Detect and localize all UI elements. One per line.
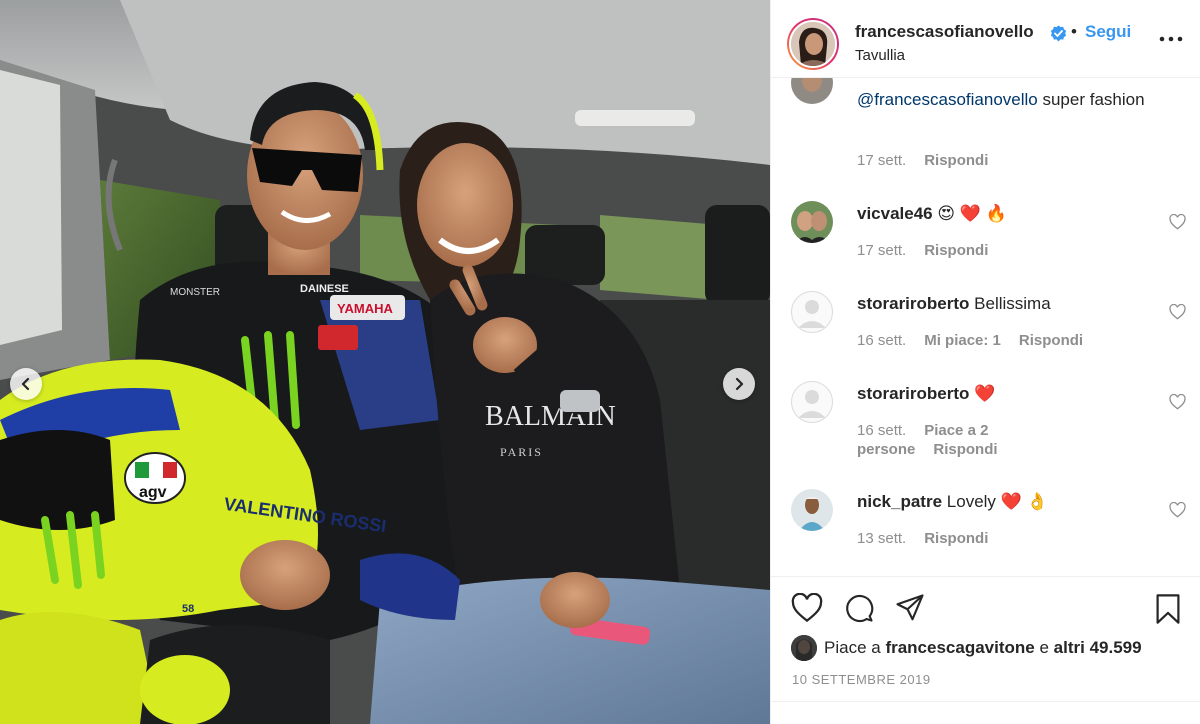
comment-time[interactable]: 13 sett. bbox=[857, 530, 906, 547]
comment-body: Lovely ❤️ 👌 bbox=[946, 492, 1048, 511]
like-comment-heart-icon[interactable] bbox=[1169, 304, 1186, 320]
post-header: francescasofianovello • Segui Tavullia bbox=[771, 0, 1200, 78]
commenter-avatar[interactable] bbox=[791, 201, 833, 243]
author-avatar[interactable] bbox=[787, 18, 839, 70]
comment-body: Bellissima bbox=[974, 294, 1051, 313]
likes-count-link[interactable]: altri 49.599 bbox=[1054, 638, 1142, 658]
reply-button[interactable]: Rispondi bbox=[924, 530, 988, 547]
comment-meta: 16 sett. Piace a 2 persone Rispondi bbox=[857, 421, 1097, 459]
comments-list[interactable]: @francescasofianovello super fashion 17 … bbox=[771, 78, 1200, 576]
commenter-avatar[interactable] bbox=[791, 78, 833, 104]
verified-badge-icon bbox=[1050, 25, 1067, 42]
commenter-username-link[interactable]: storariroberto bbox=[857, 294, 969, 313]
helmet-brand-text: agv bbox=[139, 484, 167, 501]
reply-button[interactable]: Rispondi bbox=[1019, 332, 1083, 349]
heart-icon[interactable] bbox=[791, 593, 823, 623]
next-photo-button[interactable] bbox=[723, 368, 755, 400]
reply-button[interactable]: Rispondi bbox=[933, 441, 997, 458]
sponsor-monster-text: MONSTER bbox=[170, 287, 220, 298]
likes-summary[interactable]: Piace a francescagavitone e altri 49.599 bbox=[791, 635, 1142, 661]
author-username-link[interactable]: francescasofianovello bbox=[855, 22, 1034, 42]
commenter-username-link[interactable]: vicvale46 bbox=[857, 204, 933, 223]
commenter-avatar[interactable] bbox=[791, 291, 833, 333]
post-date[interactable]: 10 SETTEMBRE 2019 bbox=[792, 672, 931, 687]
commenter-username-link[interactable]: nick_patre bbox=[857, 492, 942, 511]
reply-button[interactable]: Rispondi bbox=[924, 242, 988, 259]
post-photo[interactable]: YAMAHA MONSTER DAINESE BALMAIN PARIS agv… bbox=[0, 0, 770, 724]
helmet-number-text: 58 bbox=[182, 603, 194, 615]
bookmark-icon[interactable] bbox=[1155, 593, 1181, 625]
comment-body: ❤️ bbox=[974, 384, 996, 403]
comment-meta: 13 sett. Rispondi bbox=[857, 529, 1157, 548]
header-separator: • bbox=[1071, 22, 1077, 41]
more-options-icon[interactable] bbox=[1159, 34, 1183, 44]
likes-prefix: Piace a bbox=[824, 638, 881, 657]
sponsor-yamaha-text: YAMAHA bbox=[337, 301, 393, 316]
shirt-subtitle-text: PARIS bbox=[500, 445, 543, 459]
comment-icon[interactable] bbox=[844, 593, 874, 623]
comment-text: @francescasofianovello super fashion bbox=[857, 88, 1157, 111]
chevron-right-icon bbox=[735, 377, 744, 391]
comment-text: storariroberto ❤️ bbox=[857, 382, 1157, 405]
comment-text: nick_patre Lovely ❤️ 👌 bbox=[857, 490, 1157, 513]
comment-meta: 16 sett. Mi piace: 1 Rispondi bbox=[857, 331, 1157, 350]
comment-body: super fashion bbox=[1037, 90, 1145, 109]
post-image: YAMAHA MONSTER DAINESE BALMAIN PARIS agv… bbox=[0, 0, 770, 724]
post-actions: Piace a francescagavitone e altri 49.599… bbox=[771, 576, 1200, 724]
comment-time[interactable]: 17 sett. bbox=[857, 242, 906, 259]
comment-meta: 17 sett. Rispondi bbox=[857, 241, 1157, 260]
share-icon[interactable] bbox=[895, 593, 925, 623]
avatar-image bbox=[791, 78, 833, 104]
comment-body: 😍 ❤️ 🔥 bbox=[937, 204, 1007, 223]
likes-conjunction: e bbox=[1039, 638, 1049, 657]
comment-text: storariroberto Bellissima bbox=[857, 292, 1157, 315]
sponsor-dainese-text: DAINESE bbox=[300, 283, 349, 295]
liker-username-link[interactable]: francescagavitone bbox=[885, 638, 1034, 658]
comment-time[interactable]: 16 sett. bbox=[857, 422, 906, 439]
commenter-avatar[interactable] bbox=[791, 381, 833, 423]
comment-text: vicvale46 😍 ❤️ 🔥 bbox=[857, 202, 1157, 225]
like-comment-heart-icon[interactable] bbox=[1169, 214, 1186, 230]
comment-meta: 17 sett. Rispondi bbox=[857, 151, 1157, 170]
comment-mention-link[interactable]: @francescasofianovello bbox=[857, 90, 1038, 109]
like-comment-heart-icon[interactable] bbox=[1169, 502, 1186, 518]
location-link[interactable]: Tavullia bbox=[855, 47, 905, 64]
post-side-panel: francescasofianovello • Segui Tavullia @… bbox=[770, 0, 1200, 724]
liker-avatar bbox=[791, 635, 817, 661]
author-avatar-image bbox=[791, 22, 835, 66]
reply-button[interactable]: Rispondi bbox=[924, 152, 988, 169]
divider bbox=[771, 701, 1200, 702]
comment-time[interactable]: 17 sett. bbox=[857, 152, 906, 169]
follow-button[interactable]: Segui bbox=[1085, 22, 1131, 42]
comment-likes-link[interactable]: Mi piace: 1 bbox=[924, 332, 1001, 349]
previous-photo-button[interactable] bbox=[10, 368, 42, 400]
commenter-username-link[interactable]: storariroberto bbox=[857, 384, 969, 403]
like-comment-heart-icon[interactable] bbox=[1169, 394, 1186, 410]
commenter-avatar[interactable] bbox=[791, 489, 833, 531]
avatar-image bbox=[791, 201, 833, 243]
liker-avatar-image bbox=[791, 635, 817, 661]
avatar-image bbox=[791, 489, 833, 531]
comment-time[interactable]: 16 sett. bbox=[857, 332, 906, 349]
default-avatar-icon bbox=[798, 390, 826, 418]
chevron-left-icon bbox=[21, 377, 30, 391]
default-avatar-icon bbox=[798, 300, 826, 328]
